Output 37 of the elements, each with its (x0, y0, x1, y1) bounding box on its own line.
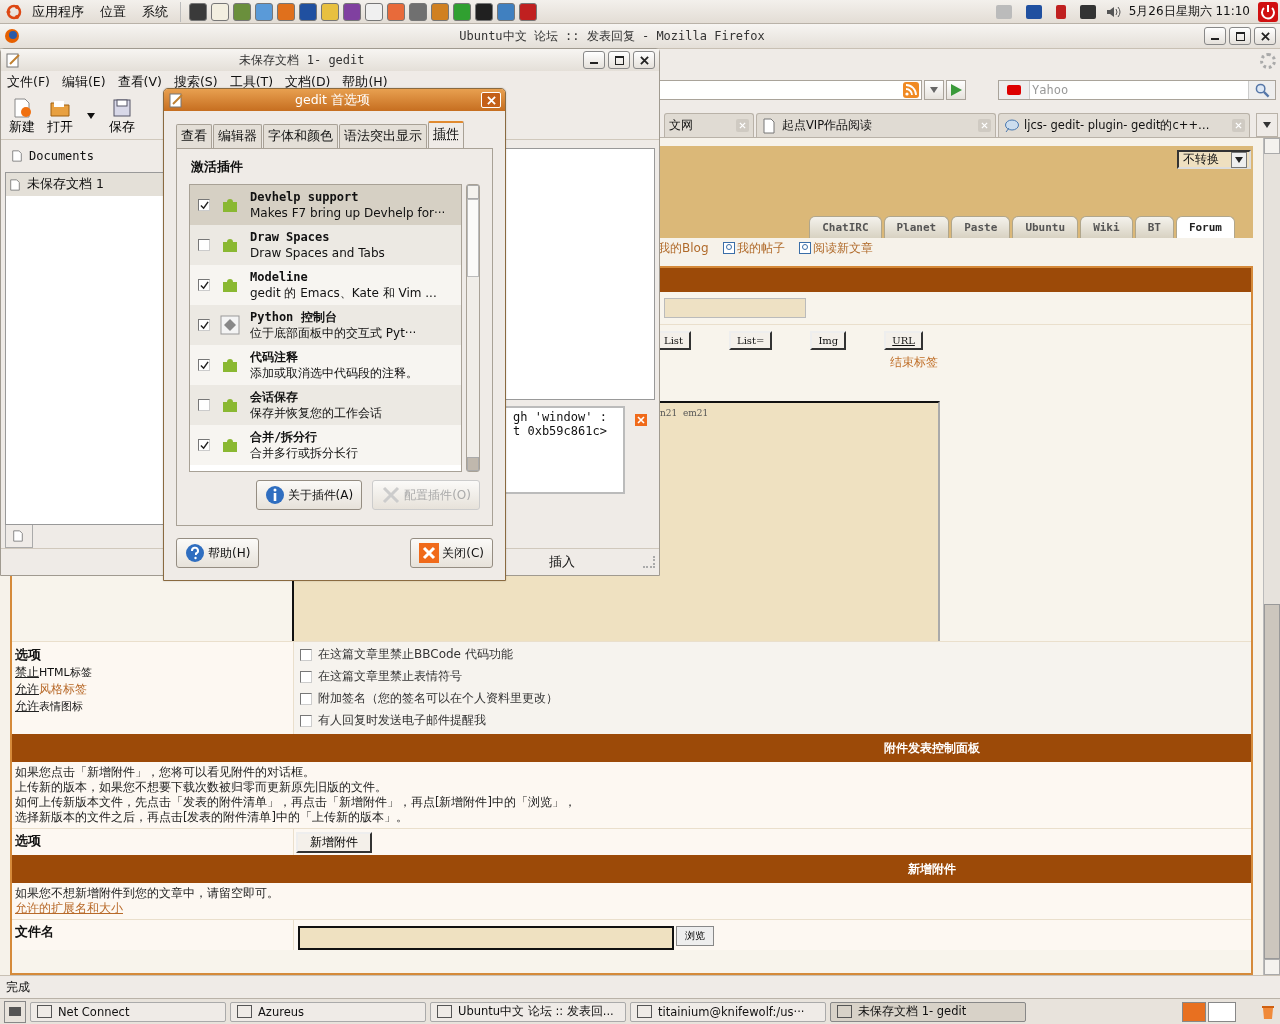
checkbox-label: 有人回复时发送电子邮件提醒我 (318, 712, 486, 729)
side-pane-title: Documents (29, 149, 95, 163)
plugin-name: Devhelp support (250, 189, 360, 205)
help-text: 如何上传新版本文件，先点击「发表的附件清单」，再点击「新增附件」，再点[新增附件]中的「浏览」， (15, 795, 577, 810)
file-name-label: 文件名 (15, 924, 54, 939)
plugin-name: 会话保存 (250, 389, 299, 405)
plugin-name: 代码注释 (250, 349, 299, 365)
plugin-name: Draw Spaces (250, 229, 331, 245)
plugin-description: 保存并恢复您的工作会话 (250, 405, 382, 421)
plugin-description: Makes F7 bring up Devhelp for··· (250, 205, 446, 221)
rule-text: 允许表情图标 (15, 698, 84, 715)
rule-text: 禁止HTML标签 (15, 664, 93, 681)
plugin-description: 合并多行或拆分长行 (250, 445, 358, 461)
help-text: 如果您点击「新增附件」，您将可以看见附件的对话框。 (15, 765, 316, 780)
plugin-name: 合并/拆分行 (250, 429, 319, 445)
checkbox-label: 附加签名（您的签名可以在个人资料里更改） (318, 690, 558, 707)
dialog-title: gedit 首选项 (294, 91, 371, 109)
section-header: 新增附件 (12, 855, 1251, 883)
plugin-description: Draw Spaces and Tabs (250, 245, 385, 261)
options-label: 选项 (15, 646, 42, 664)
plugin-description: gedit 的 Emacs、Kate 和 Vim ... (250, 285, 437, 301)
plugin-name: Modeline (250, 269, 309, 285)
checkbox-label: 在这篇文章里禁止BBCode 代码功能 (318, 646, 513, 663)
help-text: 选择新版本的文件之后，再点击[发表的附件清单]中的「上传新的版本」。 (15, 810, 409, 825)
checkbox-label: 在这篇文章里禁止表情符号 (318, 668, 462, 685)
insert-mode-status: 插入 (549, 553, 576, 571)
plugin-description: 位于底部面板中的交互式 Pyt··· (250, 325, 417, 341)
help-text: 如果您不想新增附件到您的文章中，请留空即可。 (15, 886, 280, 901)
rule-text: 允许风格标签 (15, 681, 88, 698)
window-title: Ubuntu中文 论坛 :: 发表回复 - Mozilla Firefox (458, 27, 766, 45)
options-label: 选项 (15, 833, 41, 848)
window-title: 未保存文档 1- gedit (238, 51, 366, 69)
plugin-name: Python 控制台 (250, 309, 338, 325)
section-heading: 激活插件 (190, 159, 244, 176)
plugin-description: 添加或取消选中代码段的注释。 (250, 365, 418, 381)
section-header: 附件发表控制面板 (12, 734, 1251, 762)
help-text: 上传新的版本，如果您不想要下载次数被归零而更新原先旧版的文件。 (15, 780, 388, 795)
